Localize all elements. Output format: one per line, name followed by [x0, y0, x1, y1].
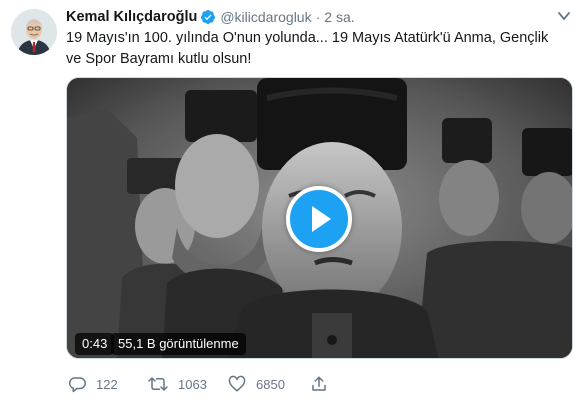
- tweet[interactable]: Kemal Kılıçdaroğlu @kilicdarogluk · 2 sa…: [0, 0, 581, 405]
- chevron-down-icon[interactable]: [557, 10, 571, 22]
- header-separator: ·: [315, 9, 321, 25]
- retweet-button[interactable]: 1063: [148, 372, 207, 396]
- reply-icon: [68, 377, 86, 393]
- play-button[interactable]: [286, 186, 352, 252]
- author-handle[interactable]: @kilicdarogluk: [220, 9, 311, 25]
- tweet-timestamp[interactable]: 2 sa.: [324, 9, 354, 25]
- like-button[interactable]: 6850: [228, 372, 285, 396]
- video-views: 55,1 B görüntülenme: [111, 333, 246, 355]
- tweet-actions: 122 1063 6850: [66, 372, 466, 396]
- retweet-count: 1063: [178, 376, 207, 392]
- reply-count: 122: [96, 376, 118, 392]
- tweet-text: 19 Mayıs'ın 100. yılında O'nun yolunda..…: [66, 30, 549, 67]
- reply-button[interactable]: 122: [68, 372, 118, 396]
- tweet-header: Kemal Kılıçdaroğlu @kilicdarogluk · 2 sa…: [66, 7, 355, 27]
- share-icon: [312, 376, 326, 391]
- avatar[interactable]: [11, 9, 57, 55]
- like-count: 6850: [256, 376, 285, 392]
- play-icon: [312, 206, 331, 232]
- share-button[interactable]: [310, 372, 338, 396]
- verified-badge-icon: [201, 10, 216, 24]
- retweet-icon: [148, 377, 168, 391]
- heart-icon: [228, 375, 246, 392]
- video-duration: 0:43: [75, 333, 115, 355]
- author-name[interactable]: Kemal Kılıçdaroğlu: [66, 9, 197, 25]
- video-player[interactable]: 0:43 55,1 B görüntülenme: [66, 77, 573, 359]
